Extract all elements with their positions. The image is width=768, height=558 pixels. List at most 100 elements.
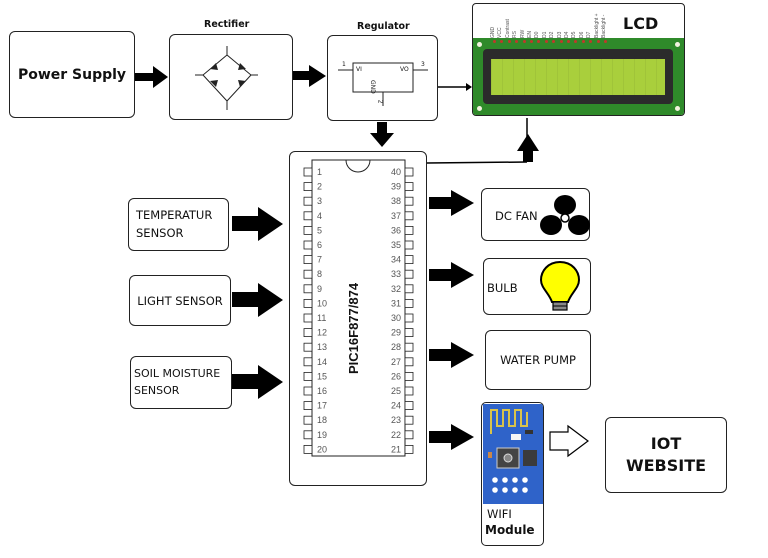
chip-pin-number: 39 [391, 182, 401, 192]
wifi-module-block: WIFI Module [481, 402, 544, 546]
lcd-pin-label: D2 [549, 31, 556, 38]
chip-pin-right [404, 182, 414, 192]
chip-pin-right [404, 226, 414, 235]
power-supply-label: Power Supply [17, 66, 127, 83]
chip-pin-right [404, 430, 414, 440]
chip-pin-right [404, 357, 414, 367]
bulb-block: BULB [483, 258, 591, 315]
chip-pin-number: 2 [317, 182, 322, 192]
lcd-pin-label: GND [490, 26, 496, 38]
chip-pin-number: 14 [317, 357, 327, 367]
arrow-light-to-chip [232, 283, 283, 317]
chip-pin-number: 6 [317, 240, 322, 250]
lcd-pin-label: RS [512, 31, 519, 38]
chip-pin-number: 3 [317, 196, 322, 206]
light-sensor-label: LIGHT SENSOR [137, 293, 223, 308]
arrow-soil-to-chip [232, 365, 283, 399]
chip-pin-number: 20 [317, 444, 327, 454]
lcd-pin-label: EN [527, 31, 533, 38]
chip-pin-left [303, 401, 313, 411]
lcd-pin-label: Backlight + [593, 13, 600, 38]
chip-pin-right [404, 415, 414, 425]
chip-pin-number: 30 [391, 313, 401, 323]
microcontroller-label: PIC16F877/874 [346, 282, 361, 374]
chip-pin-right [404, 371, 414, 381]
chip-pin-left [303, 298, 313, 308]
chip-pin-right [404, 196, 414, 206]
lcd-pin-pad [522, 40, 526, 43]
chip-pin-left [303, 415, 313, 425]
wifi-module-line1: WIFI [487, 507, 512, 521]
chip-pin-number: 27 [391, 357, 401, 367]
regulator-title: Regulator [357, 21, 410, 32]
chip-pin-number: 10 [317, 298, 327, 308]
lcd-pin-pad [507, 40, 511, 43]
chip-pin-left [303, 386, 313, 396]
chip-pin-right [404, 284, 414, 294]
lcd-pin-label: D5 [571, 31, 578, 38]
arrow-chip-to-pump [429, 342, 474, 368]
chip-pin-left [303, 328, 313, 338]
lcd-pin-pad [537, 40, 541, 43]
chip-pin-number: 32 [391, 284, 401, 294]
arrow-regulator-to-chip [370, 122, 394, 147]
soil-moisture-sensor-line1: SOIL MOISTURE [134, 367, 221, 380]
lcd-pin-pad [493, 40, 496, 43]
wifi-module-line2: Module [485, 523, 535, 537]
water-pump-block: WATER PUMP [485, 330, 591, 390]
chip-pin-number: 29 [391, 328, 401, 338]
chip-pin-right [404, 342, 414, 352]
bulb-label: BULB [487, 281, 518, 295]
regulator-pin-gnd-label: GND [369, 80, 376, 94]
lcd-pin-label: D1 [541, 31, 548, 38]
lcd-pin-label: Backlight - [601, 14, 607, 38]
chip-pin-left [303, 430, 313, 440]
chip-pin-left [303, 342, 313, 352]
power-supply-block: Power Supply [9, 31, 135, 118]
soil-moisture-sensor-line2: SENSOR [134, 384, 180, 397]
arrow-power-to-rectifier [134, 66, 168, 88]
chip-pin-left [303, 313, 313, 323]
lcd-pin-pad [567, 40, 570, 43]
lcd-pin-pad [574, 40, 578, 43]
lcd-title: LCD [623, 14, 659, 33]
chip-pin-number: 8 [317, 269, 322, 279]
lcd-mount-hole [675, 106, 680, 111]
chip-pin-left [303, 226, 313, 235]
chip-pin-number: 17 [317, 401, 327, 411]
chip-pin-right [404, 167, 414, 177]
lcd-pin-label: Contrast [504, 19, 511, 38]
chip-pin-number: 31 [391, 298, 401, 308]
lcd-pin-pad [596, 40, 600, 43]
regulator-pin-gnd-num: 2 [376, 99, 384, 104]
arrow-chip-to-fan [429, 190, 474, 216]
iot-website-block: IOT WEBSITE [605, 417, 727, 493]
chip-pin-left [303, 284, 313, 294]
rectifier-title: Rectifier [204, 19, 250, 30]
chip-pin-left [303, 167, 313, 177]
bridge-rectifier-icon [195, 46, 258, 110]
lcd-pin-label: D6 [578, 31, 585, 38]
regulator-pin-out-num: 3 [421, 61, 425, 68]
chip-pin-right [404, 255, 414, 264]
chip-pin-right [404, 211, 414, 221]
chip-pin-number: 16 [317, 386, 327, 396]
chip-pin-left [303, 240, 313, 250]
chip-pin-right [404, 444, 414, 454]
lcd-screen [491, 59, 665, 95]
chip-pin-right [404, 298, 414, 308]
dc-fan-block: DC FAN [481, 188, 590, 241]
chip-pin-right [404, 386, 414, 396]
lcd-pin-label: D3 [556, 31, 563, 38]
chip-pin-number: 36 [391, 225, 401, 235]
iot-website-line1: IOT [650, 434, 682, 453]
chip-pin-left [303, 255, 313, 264]
fan-icon [540, 195, 590, 235]
arrow-chip-to-wifi [429, 424, 474, 450]
chip-pin-right [404, 313, 414, 323]
lcd-pin-pad [559, 40, 563, 43]
temperature-sensor-line2: SENSOR [136, 226, 184, 240]
chip-pin-right [404, 401, 414, 411]
chip-pin-left [303, 357, 313, 367]
regulator-pin-in-label: VI [356, 66, 362, 73]
